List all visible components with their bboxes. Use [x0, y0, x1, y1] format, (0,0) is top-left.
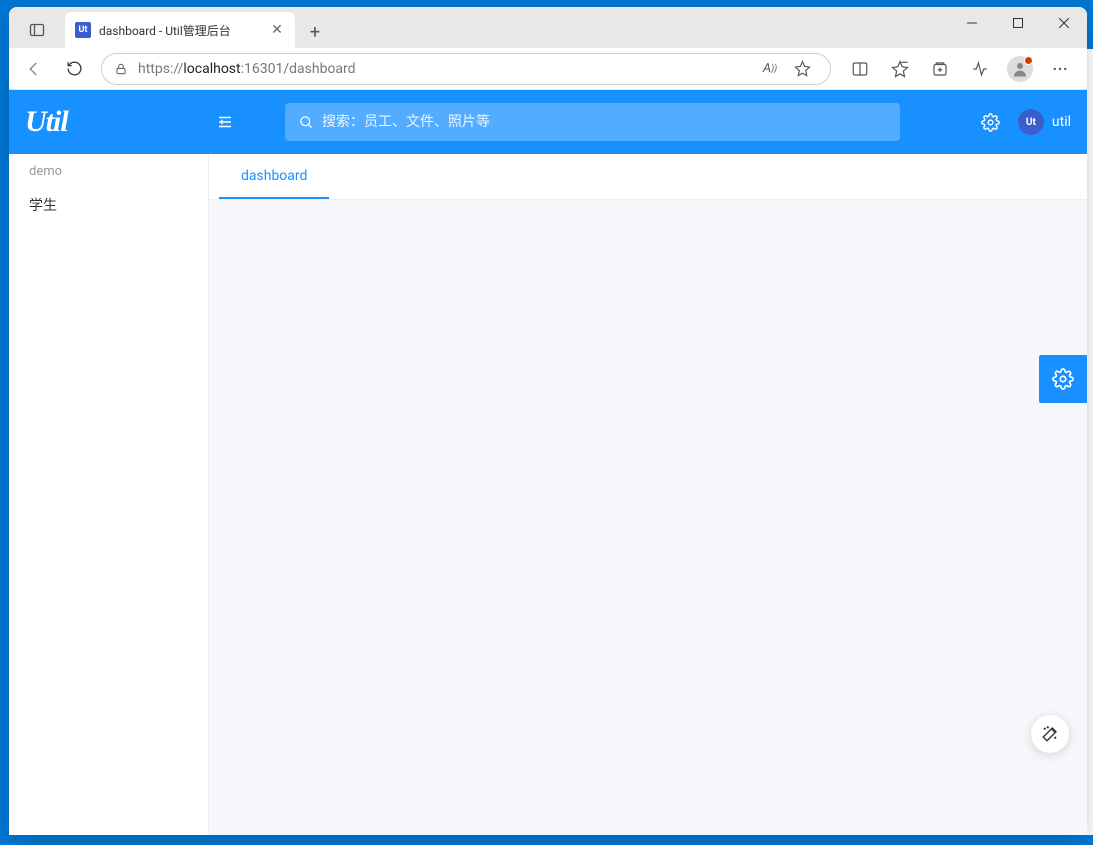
url-input[interactable]: https://localhost:16301/dashboard A)) [101, 53, 831, 85]
profile-button[interactable] [1001, 52, 1039, 86]
tab-favicon: Ut [75, 22, 91, 38]
content-area [209, 200, 1087, 835]
tab-dashboard[interactable]: dashboard [219, 154, 329, 199]
magic-wand-button[interactable] [1031, 715, 1069, 753]
new-tab-button[interactable]: + [299, 16, 331, 48]
sidebar: demo 学生 [9, 154, 209, 835]
read-aloud-icon[interactable]: A)) [754, 53, 786, 85]
search-input[interactable] [322, 114, 886, 130]
collections-icon[interactable] [921, 52, 959, 86]
theme-settings-button[interactable] [1039, 355, 1087, 403]
split-screen-icon[interactable] [841, 52, 879, 86]
main-content: dashboard [209, 154, 1087, 835]
browser-tab-active[interactable]: Ut dashboard - Util管理后台 ✕ [65, 12, 295, 48]
lock-icon [114, 62, 128, 76]
more-icon[interactable] [1041, 52, 1079, 86]
back-button[interactable] [17, 52, 51, 86]
browser-tab-bar: Ut dashboard - Util管理后台 ✕ + [9, 7, 1087, 48]
content-tabs: dashboard [209, 154, 1087, 200]
user-name-label: util [1052, 114, 1071, 130]
sidebar-group-demo: demo [9, 154, 208, 185]
sidebar-item-student[interactable]: 学生 [9, 185, 208, 225]
app-viewport: Util Ut [9, 90, 1087, 835]
window-close-button[interactable] [1041, 7, 1087, 39]
menu-fold-icon[interactable] [205, 102, 245, 142]
address-bar: https://localhost:16301/dashboard A)) [9, 48, 1087, 90]
favorites-icon[interactable] [881, 52, 919, 86]
browser-window: Ut dashboard - Util管理后台 ✕ + [9, 7, 1087, 835]
performance-icon[interactable] [961, 52, 999, 86]
tab-actions-icon[interactable] [17, 12, 57, 48]
refresh-button[interactable] [57, 52, 91, 86]
window-controls [949, 7, 1087, 39]
app-header: Util Ut [9, 90, 1087, 154]
close-icon[interactable]: ✕ [269, 22, 285, 38]
url-text: https://localhost:16301/dashboard [138, 61, 754, 77]
app-logo[interactable]: Util [25, 105, 205, 139]
search-input-wrapper[interactable] [285, 103, 900, 141]
favorite-icon[interactable] [786, 53, 818, 85]
user-menu[interactable]: Ut util [1018, 109, 1071, 135]
edge-sidebar-sliver [1087, 49, 1093, 835]
search-icon [299, 115, 314, 130]
avatar: Ut [1018, 109, 1044, 135]
tab-title: dashboard - Util管理后台 [99, 22, 269, 39]
minimize-button[interactable] [949, 7, 995, 39]
maximize-button[interactable] [995, 7, 1041, 39]
gear-icon[interactable] [981, 113, 1000, 132]
